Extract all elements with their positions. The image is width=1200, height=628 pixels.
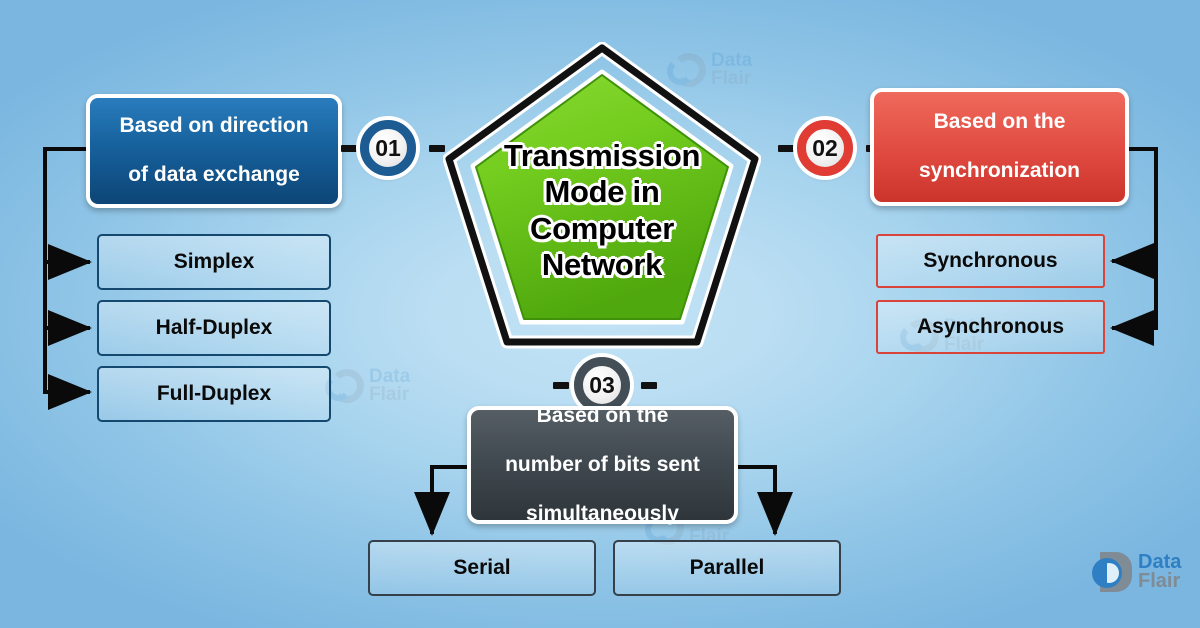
leaf-full-duplex[interactable]: Full-Duplex <box>97 366 331 422</box>
center-title-line: Network <box>541 246 663 282</box>
center-title-line: Computer <box>530 210 674 246</box>
wire-right-trunk <box>1127 147 1158 330</box>
badge-connector-dash <box>553 382 569 389</box>
dataflair-logo[interactable]: Data Flair <box>1092 552 1181 592</box>
leaf-serial[interactable]: Serial <box>368 540 596 596</box>
badge-connector-dash <box>341 145 357 152</box>
branch-heading-line: number of bits sent <box>505 452 700 476</box>
leaf-synchronous[interactable]: Synchronous <box>876 234 1105 288</box>
center-title-line: Transmission <box>503 138 701 173</box>
branch-heading-line: Based on the <box>933 110 1066 134</box>
branch-heading-line: of data exchange <box>128 163 300 187</box>
branch-heading-line: Based on direction <box>119 114 309 138</box>
center-pentagon: Transmission Mode in Computer Network <box>443 42 761 358</box>
badge-02[interactable]: 02 <box>797 120 853 176</box>
badge-01[interactable]: 01 <box>360 120 416 176</box>
leaf-half-duplex[interactable]: Half-Duplex <box>97 300 331 356</box>
leaf-asynchronous[interactable]: Asynchronous <box>876 300 1105 354</box>
wire-bottom-to-serial <box>414 465 469 536</box>
branch-heading-direction[interactable]: Based on direction of data exchange <box>86 94 342 208</box>
badge-connector-dash <box>778 145 794 152</box>
badge-connector-dash <box>641 382 657 389</box>
wire-left-trunk <box>43 147 88 394</box>
branch-heading-line: synchronization <box>918 159 1081 183</box>
leaf-parallel[interactable]: Parallel <box>613 540 841 596</box>
branch-heading-bits-sent[interactable]: Based on the number of bits sent simulta… <box>467 404 738 525</box>
branch-heading-line: simultaneously <box>526 501 679 525</box>
branch-heading-synchronization[interactable]: Based on the synchronization <box>870 88 1129 206</box>
logo-text-flair: Flair <box>1138 570 1181 592</box>
leaf-simplex[interactable]: Simplex <box>97 234 331 290</box>
infographic-canvas: Data Flair Data Flair Data Flair Data Fl… <box>0 0 1200 628</box>
wire-bottom-to-parallel <box>736 465 793 536</box>
center-title-line: Mode in <box>544 174 660 210</box>
badge-connector-dash <box>429 145 445 152</box>
branch-heading-line: Based on the <box>536 404 669 428</box>
center-title: Transmission Mode in Computer Network <box>443 138 761 283</box>
dataflair-logo-icon <box>1092 552 1132 592</box>
